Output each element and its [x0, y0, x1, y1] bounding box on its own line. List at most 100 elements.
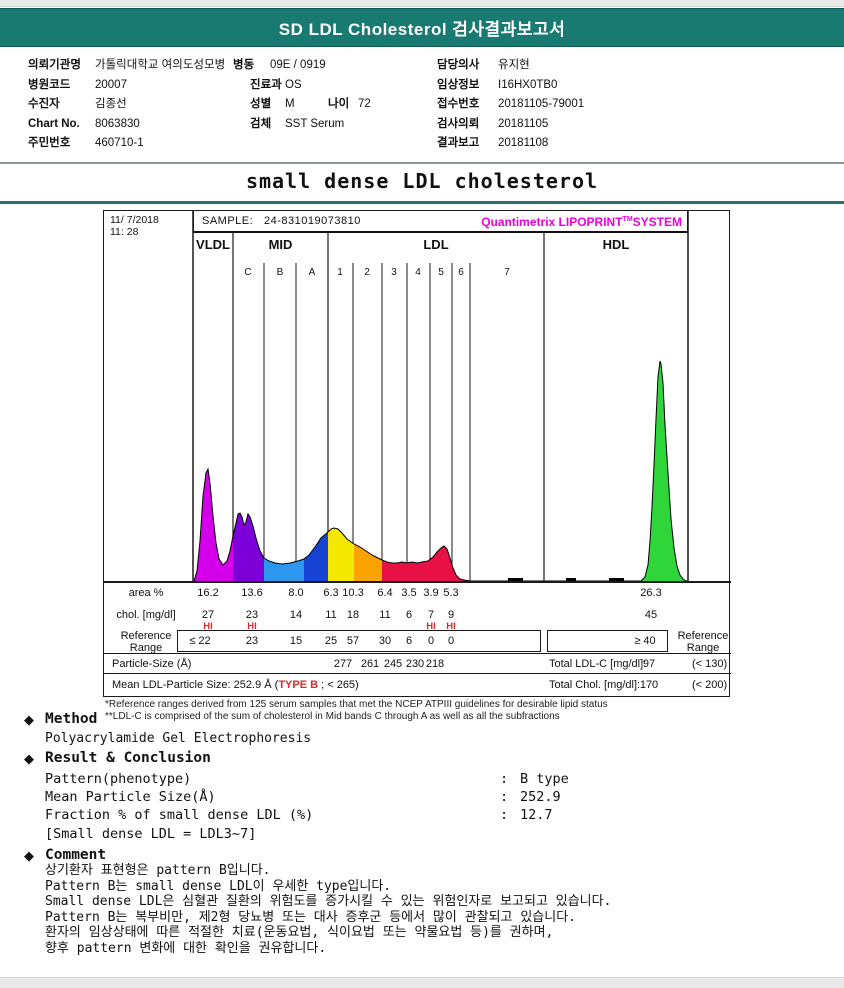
area-row-label: area % — [128, 587, 164, 599]
chol-value: 27 — [201, 609, 215, 621]
comment-line: 향후 pattern 변화에 대한 확인을 권유합니다. — [45, 940, 327, 956]
info-value: SST Serum — [285, 117, 345, 130]
info-label: 주민번호 — [28, 137, 71, 150]
result-heading: Result & Conclusion — [45, 750, 211, 766]
area-percent-value: 26.3 — [640, 587, 662, 599]
area-percent-value: 13.6 — [241, 587, 263, 599]
area-percent-value: 16.2 — [197, 587, 219, 599]
reference-value: 23 — [245, 635, 259, 647]
comment-line: Pattern B는 복부비만, 제2형 당뇨병 또는 대사 증후군 등에서 많… — [45, 909, 576, 925]
info-label: 의뢰기관명 — [28, 59, 81, 71]
area-percent-value: 5.3 — [443, 587, 459, 599]
info-value: 유지현 — [498, 59, 530, 71]
result-row: [Small dense LDL = LDL3~7] — [45, 826, 745, 842]
section-divider — [0, 162, 844, 164]
particle-size-value: 218 — [425, 658, 445, 670]
total-chol-label: Total Chol. [mg/dl]: — [549, 679, 641, 691]
area-percent-value: 8.0 — [288, 587, 304, 599]
info-value: I16HX0TB0 — [498, 78, 558, 91]
densitometry-curve — [192, 211, 689, 582]
total-ldl-value: 97 — [642, 658, 656, 670]
comment-line: 상기환자 표현형은 pattern B입니다. — [45, 863, 271, 878]
result-value: 12.7 — [520, 807, 553, 824]
reference-range-label: Range — [129, 642, 163, 654]
reference-value: ≤ 22 — [189, 635, 211, 647]
result-separator: : — [500, 807, 509, 824]
lipoprint-chart: 11/ 7/2018 11: 28 SAMPLE: 24-83101907381… — [103, 210, 731, 697]
info-value: 20007 — [95, 78, 127, 91]
particle-size-value: 261 — [360, 658, 380, 670]
particle-size-label: Particle-Size (Å) — [112, 658, 192, 670]
info-value: 김종선 — [95, 98, 127, 111]
particle-size-value: 277 — [333, 658, 353, 670]
info-value: 20181108 — [498, 137, 549, 150]
result-row: Pattern(phenotype): B type — [45, 771, 745, 787]
result-row: Fraction % of small dense LDL (%):12.7 — [45, 807, 745, 823]
result-value: 252.9 — [520, 789, 561, 806]
info-value: 460710-1 — [95, 137, 144, 150]
total-chol-value: 170 — [639, 679, 659, 691]
particle-size-value: 245 — [383, 658, 403, 670]
area-percent-value: 3.5 — [401, 587, 417, 599]
chol-value: 45 — [644, 609, 658, 621]
reference-value: 0 — [447, 635, 455, 647]
comment-body: 상기환자 표현형은 pattern B입니다. Pattern B는 small … — [45, 863, 611, 957]
total-ldl-ref: (< 130) — [692, 658, 728, 670]
table-rule — [104, 581, 731, 583]
comment-line: Pattern B는 small dense LDL이 우세한 type입니다. — [45, 878, 392, 894]
info-label: 병원코드 — [28, 78, 71, 91]
chol-value: 7 — [427, 609, 435, 621]
info-label: 병동 — [233, 59, 255, 71]
reference-value: 15 — [289, 635, 303, 647]
result-label: Mean Particle Size(Å) — [45, 789, 216, 806]
reference-value-hdl: ≥ 40 — [634, 635, 656, 647]
result-separator: : — [500, 789, 509, 806]
chol-value: 6 — [405, 609, 413, 621]
result-value: B type — [520, 771, 569, 787]
comment-line: 환자의 임상상태에 따른 적절한 치료(운동요법, 식이요법 또는 약물요법 등… — [45, 925, 554, 941]
reference-value: 30 — [378, 635, 392, 647]
info-value: 20181105 — [498, 117, 549, 130]
info-label: 성별 — [250, 98, 272, 111]
reference-range-label: Reference — [120, 630, 172, 642]
info-value: M — [285, 98, 295, 111]
diamond-bullet: ◆ — [24, 751, 34, 766]
result-row: Mean Particle Size(Å):252.9 — [45, 789, 745, 805]
result-label: [Small dense LDL = LDL3~7] — [45, 825, 257, 842]
info-label: 결과보고 — [437, 137, 480, 150]
info-label: Chart No. — [28, 117, 80, 130]
info-label: 수진자 — [28, 98, 60, 111]
title-rule — [0, 201, 844, 204]
report-page: SD LDL Cholesterol 검사결과보고서 의뢰기관명 가톨릭대학교 여… — [0, 0, 844, 988]
result-separator: : — [500, 771, 509, 787]
chol-value: 11 — [379, 609, 391, 621]
info-value: OS — [285, 78, 302, 91]
info-label: 접수번호 — [437, 98, 480, 111]
info-label: 나이 — [328, 98, 350, 111]
report-subtitle: small dense LDL cholesterol — [245, 169, 599, 193]
diamond-bullet: ◆ — [24, 848, 34, 863]
chol-row-label: chol. [mg/dl] — [116, 609, 176, 621]
info-value: 가톨릭대학교 여의도성모병 — [95, 59, 226, 71]
report-header: SD LDL Cholesterol 검사결과보고서 — [0, 8, 844, 47]
chol-value: 18 — [346, 609, 360, 621]
comment-line: Small dense LDL은 심혈관 질환의 위험도를 증가시킬 수 있는 … — [45, 894, 612, 910]
info-value: 72 — [358, 98, 371, 111]
area-percent-value: 10.3 — [342, 587, 364, 599]
method-heading: Method — [45, 711, 98, 727]
chol-value: 11 — [325, 609, 337, 621]
comment-heading: Comment — [45, 847, 107, 863]
info-label: 검사의뢰 — [437, 117, 480, 130]
reference-range-label-right: Range — [686, 642, 720, 654]
reference-value: 6 — [405, 635, 413, 647]
particle-size-value: 230 — [405, 658, 425, 670]
total-ldl-label: Total LDL-C [mg/dl]: — [549, 658, 647, 670]
reference-value: 57 — [346, 635, 360, 647]
method-body: Polyacrylamide Gel Electrophoresis — [45, 731, 312, 746]
result-label: Fraction % of small dense LDL (%) — [45, 807, 314, 824]
patient-info: 의뢰기관명 가톨릭대학교 여의도성모병 병동 09E / 0919 담당의사 유지현 병원코… — [0, 57, 844, 157]
area-percent-value: 6.3 — [323, 587, 339, 599]
page-title: SD LDL Cholesterol 검사결과보고서 — [278, 20, 566, 39]
info-value: 8063830 — [95, 117, 140, 130]
footnote-1: *Reference ranges derived from 125 serum… — [105, 699, 608, 710]
